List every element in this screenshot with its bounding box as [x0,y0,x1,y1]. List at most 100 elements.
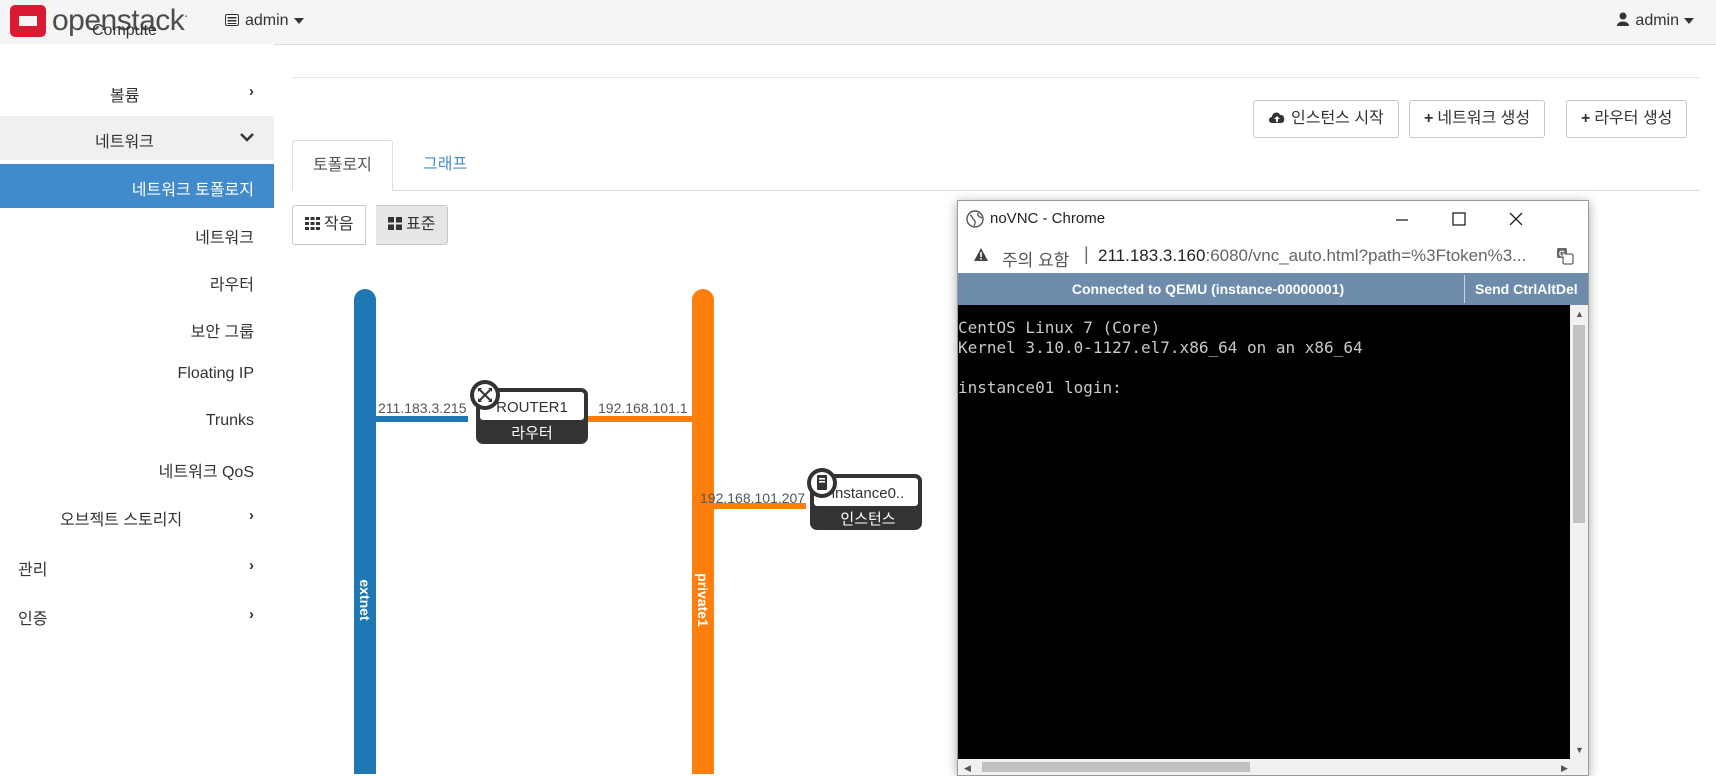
novnc-window[interactable]: noVNC - Chrome 주의 요함 | 211.183.3.160:608… [957,200,1589,776]
console-line: CentOS Linux 7 (Core) [958,318,1161,337]
network-topology-canvas: extnet private1 211.183.3.215 192.168.10… [354,289,922,774]
server-icon [807,468,837,498]
horizontal-scroll-thumb[interactable] [982,762,1250,772]
console-line: instance01 login: [958,378,1122,397]
tab-topology[interactable]: 토폴로지 [292,140,393,191]
sidebar-item-volume[interactable]: 볼륨 › [0,70,274,114]
user-name: admin [1635,12,1679,29]
cloud-upload-icon [1269,112,1285,123]
sidebar-item-label: 네트워크 토폴로지 [131,182,254,199]
address-bar[interactable]: 주의 요함 | 211.183.3.160:6080/vnc_auto.html… [958,237,1588,273]
connection-status: Connected to QEMU (instance-00000001) [1071,281,1345,297]
vertical-scroll-thumb[interactable] [1573,325,1585,523]
router-node[interactable]: ROUTER1 라우터 [470,380,588,444]
router-icon [470,380,500,410]
chevron-down-icon [293,17,304,24]
network-name: private1 [695,573,711,627]
network-bar[interactable] [354,289,376,774]
network-private1[interactable]: private1 [692,289,714,774]
chevron-down-icon [240,133,254,142]
create-network-label: 네트워크 생성 [1437,110,1531,127]
sidebar-item-routers[interactable]: 라우터 [0,259,274,303]
sidebar-item-label: 보안 그룹 [190,324,254,341]
scroll-down-icon[interactable]: ▼ [1575,745,1584,755]
sidebar-item-label: 라우터 [209,277,254,294]
plus-icon: + [1581,110,1591,127]
router-private1-link [588,416,692,422]
instance-name: instance0.. [832,485,905,502]
address-separator: | [1084,244,1089,264]
sidebar-item-network-qos[interactable]: 네트워크 QoS [0,446,274,490]
security-warning-label[interactable]: 주의 요함 [1002,246,1069,271]
sidebar-item-label: 네트워크 [95,134,154,151]
sidebar-item-label: Floating IP [177,365,254,382]
warning-icon [974,248,988,261]
send-cad-label: Send CtrlAltDel [1475,281,1578,297]
sidebar-item-network-group[interactable]: 네트워크 [0,116,274,160]
router-name: ROUTER1 [496,399,568,416]
translate-icon[interactable]: G [1556,247,1574,265]
sidebar-item-network-topology[interactable]: 네트워크 토폴로지 [0,164,274,208]
launch-instance-label: 인스턴스 시작 [1291,110,1384,127]
user-dropdown[interactable]: admin [1617,12,1694,30]
view-small-button[interactable]: 작음 [292,205,367,245]
plus-icon: + [1424,110,1434,127]
sidebar-item-label: Compute [92,22,157,39]
network-name: extnet [357,579,373,621]
svg-text:G: G [1559,250,1565,259]
scroll-up-icon[interactable]: ▲ [1575,309,1584,319]
sidebar-item-trunks[interactable]: Trunks [0,400,274,444]
url-path: :6080/vnc_auto.html?path=%3Ftoken%3... [1205,246,1527,265]
chevron-down-icon [1684,17,1694,24]
launch-instance-button[interactable]: 인스턴스 시작 [1253,100,1399,138]
console-line: Kernel 3.10.0-1127.el7.x86_64 on an x86_… [958,338,1363,357]
sidebar-item-security-groups[interactable]: 보안 그룹 [0,306,274,350]
create-router-button[interactable]: + 라우터 생성 [1566,100,1688,138]
router-type-label: 라우터 [511,425,552,442]
view-normal-label: 표준 [406,216,436,233]
grid-small-icon [305,217,320,230]
network-bar[interactable] [692,289,714,774]
user-icon [1617,12,1630,26]
instance-ip: 192.168.101.207 [700,490,805,506]
router-private1-ip: 192.168.101.1 [598,400,688,416]
url-text[interactable]: 211.183.3.160:6080/vnc_auto.html?path=%3… [1098,246,1526,266]
sidebar-item-identity[interactable]: 인증 › [0,593,274,637]
url-host: 211.183.3.160 [1098,246,1206,265]
maximize-icon[interactable] [1452,212,1466,226]
router-extnet-link [376,416,468,422]
instance-node[interactable]: instance0.. 인스턴스 [807,468,922,530]
globe-icon [966,210,984,228]
sidebar-item-object-storage[interactable]: 오브젝트 스토리지 › [0,494,274,538]
sidebar-item-label: 네트워크 QoS [158,464,254,481]
sidebar-item-label: 인증 [18,611,48,628]
tabs-divider [292,190,1700,191]
router-extnet-ip: 211.183.3.215 [378,400,467,416]
sidebar-item-admin[interactable]: 관리 › [0,544,274,588]
tab-graph[interactable]: 그래프 [403,140,487,191]
network-extnet[interactable]: extnet [354,289,376,774]
sidebar-item-label: 네트워크 [195,230,254,247]
scroll-left-icon[interactable]: ◀ [964,763,971,774]
chevron-right-icon: › [249,507,254,524]
tab-label: 토폴로지 [313,157,372,174]
send-ctrl-alt-del-button[interactable]: Send CtrlAltDel [1464,275,1588,303]
sidebar-item-label: 오브젝트 스토리지 [60,512,183,529]
minimize-icon[interactable] [1395,213,1409,227]
window-titlebar[interactable]: noVNC - Chrome [958,201,1588,237]
chevron-right-icon: › [249,606,254,623]
close-icon[interactable] [1509,212,1523,226]
scroll-right-icon[interactable]: ▶ [1561,763,1568,774]
sidebar-item-compute[interactable]: Compute [0,20,274,48]
sidebar-item-floating-ip[interactable]: Floating IP [0,353,274,397]
sidebar: Compute 볼륨 › 네트워크 네트워크 토폴로지 네트워크 라우터 보안 … [0,22,274,774]
sidebar-item-label: Trunks [205,412,254,429]
tab-label: 그래프 [423,156,468,173]
sidebar-item-label: 볼륨 [110,88,140,105]
view-normal-button[interactable]: 표준 [376,205,449,245]
sidebar-item-networks[interactable]: 네트워크 [0,212,274,256]
create-network-button[interactable]: + 네트워크 생성 [1409,100,1546,138]
vnc-status-bar: Connected to QEMU (instance-00000001) Se… [958,273,1588,305]
sidebar-item-label: 관리 [18,562,48,579]
vnc-console-screen[interactable]: CentOS Linux 7 (Core) Kernel 3.10.0-1127… [958,305,1570,759]
